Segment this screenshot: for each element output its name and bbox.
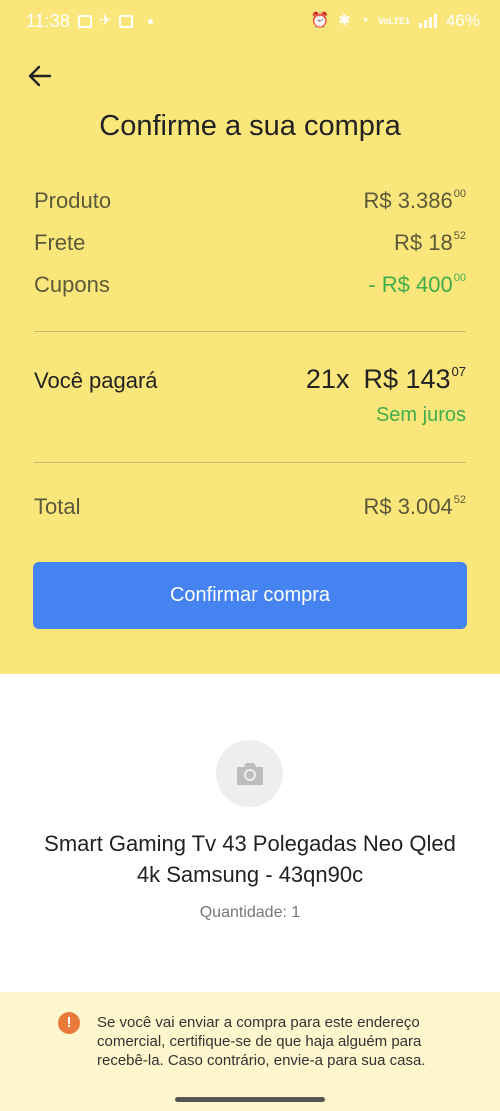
warning-icon: ! bbox=[58, 1012, 80, 1034]
home-indicator[interactable] bbox=[175, 1097, 325, 1102]
signal-icon bbox=[418, 14, 437, 28]
frete-value: R$ 18 bbox=[394, 230, 453, 255]
frete-row: Frete R$ 18 52 bbox=[34, 230, 466, 256]
payment-value: R$ 143 bbox=[363, 364, 451, 394]
cupons-label: Cupons bbox=[34, 272, 110, 297]
total-cents: 52 bbox=[453, 494, 466, 506]
payment-cents: 07 bbox=[451, 364, 466, 379]
interest-free-label: Sem juros bbox=[375, 404, 466, 426]
alarm-icon: ⏰ bbox=[310, 12, 330, 29]
payment-installments: 21x bbox=[305, 364, 350, 394]
divider bbox=[34, 331, 466, 332]
confirm-purchase-button[interactable]: Confirmar compra bbox=[33, 562, 467, 629]
wifi-icon: ◔ bbox=[359, 12, 369, 29]
total-value: R$ 3.004 bbox=[363, 494, 453, 519]
notification-dot-icon bbox=[147, 18, 153, 24]
frete-cents: 52 bbox=[453, 230, 466, 242]
produto-value: R$ 3.386 bbox=[363, 188, 453, 213]
network-label: VoLTE1 bbox=[377, 15, 410, 26]
page-title: Confirme a sua compra bbox=[99, 110, 401, 142]
calendar-icon bbox=[118, 14, 133, 28]
back-arrow-icon[interactable] bbox=[24, 60, 56, 92]
cupons-value: - R$ 400 bbox=[368, 272, 453, 297]
produto-row: Produto R$ 3.386 00 bbox=[34, 188, 466, 214]
bluetooth-icon: ✱ bbox=[338, 12, 351, 29]
cupons-row: Cupons - R$ 400 00 bbox=[34, 272, 466, 298]
divider bbox=[34, 462, 466, 463]
notice-text: Se você vai enviar a compra para este en… bbox=[97, 1014, 426, 1069]
produto-cents: 00 bbox=[453, 188, 466, 200]
cupons-cents: 00 bbox=[453, 272, 466, 284]
product-quantity: Quantidade: 1 bbox=[199, 904, 301, 921]
carrefour-icon: ✈ bbox=[99, 12, 112, 29]
status-time: 11:38 bbox=[26, 11, 70, 31]
product-image-placeholder bbox=[216, 740, 283, 807]
product-name: Smart Gaming Tv 43 Polegadas Neo Qled 4k… bbox=[44, 831, 456, 887]
total-label: Total bbox=[34, 494, 81, 519]
payment-amount: 21x R$ 143 07 bbox=[306, 364, 466, 395]
status-bar: 11:38 ✈ ⏰ ✱ ◔ VoLTE1 46% bbox=[0, 0, 500, 44]
total-row: Total R$ 3.004 52 bbox=[34, 494, 466, 520]
frete-label: Frete bbox=[34, 230, 86, 255]
produto-label: Produto bbox=[34, 188, 112, 213]
battery-level: 46% bbox=[445, 11, 480, 30]
camera-icon bbox=[236, 762, 263, 785]
gallery-icon bbox=[78, 14, 92, 28]
payment-label: Você pagará bbox=[34, 368, 158, 393]
